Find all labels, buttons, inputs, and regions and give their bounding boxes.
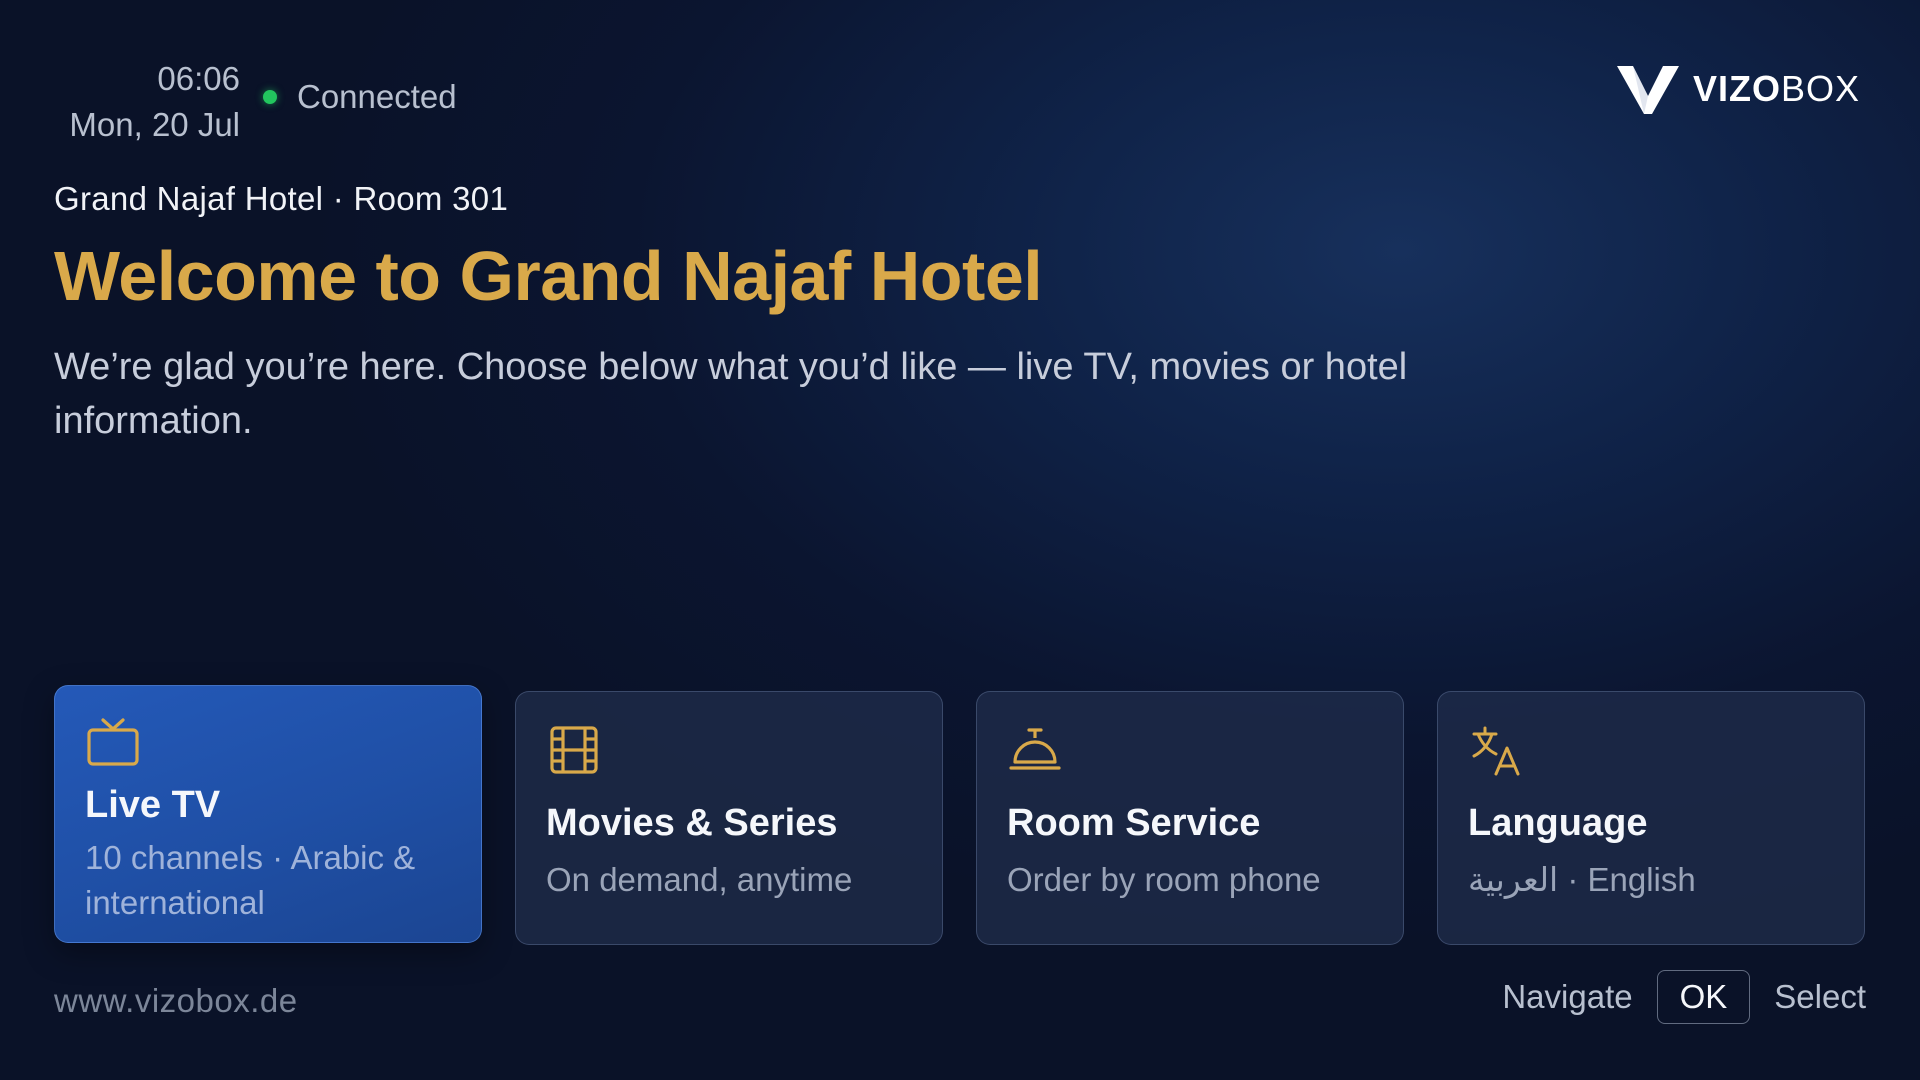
connection-status-label: Connected (297, 78, 457, 115)
vizobox-logo: VIZOBOX (1615, 62, 1860, 116)
remote-hints: Navigate OK Select (1502, 970, 1866, 1024)
welcome-title: Welcome to Grand Najaf Hotel (54, 237, 1043, 315)
hint-navigate: Navigate (1502, 978, 1633, 1015)
card-movies-series[interactable]: Movies & Series On demand, anytime (515, 691, 943, 945)
card-language[interactable]: Language العربية · English (1437, 691, 1865, 945)
vizobox-v-icon (1616, 66, 1679, 114)
hotel-welcome-screen: 06:06 Mon, 20 Jul Connected VIZOBOX Gran… (0, 0, 1920, 1080)
service-bell-icon (1009, 728, 1061, 770)
logo-wordmark-bold: VIZO (1692, 68, 1781, 109)
tv-icon (87, 718, 139, 766)
card-subtitle: العربية · English (1468, 861, 1696, 898)
card-subtitle: On demand, anytime (546, 861, 853, 898)
translate-icon (1472, 726, 1520, 776)
connection-status: Connected (263, 78, 457, 116)
clock-time: 06:06 (157, 60, 240, 97)
card-title: Language (1468, 802, 1648, 844)
logo-wordmark-light: BOX (1780, 68, 1860, 109)
card-title: Movies & Series (546, 802, 838, 844)
card-title: Live TV (85, 784, 221, 826)
hotel-room-label: Grand Najaf Hotel · Room 301 (54, 180, 509, 217)
clock: 06:06 Mon, 20 Jul (54, 56, 240, 148)
ok-key-badge: OK (1656, 970, 1751, 1024)
website-url: www.vizobox.de (54, 982, 298, 1019)
card-subtitle: Order by room phone (1007, 861, 1321, 898)
status-dot-icon (263, 90, 277, 104)
card-room-service[interactable]: Room Service Order by room phone (976, 691, 1404, 945)
card-live-tv[interactable]: Live TV 10 channels · Arabic & internati… (54, 685, 482, 943)
hint-select: Select (1774, 978, 1866, 1015)
menu-cards: Live TV 10 channels · Arabic & internati… (54, 685, 1866, 947)
card-title: Room Service (1007, 802, 1261, 844)
film-icon (550, 726, 598, 774)
logo-wordmark: VIZOBOX (1693, 68, 1860, 110)
clock-date: Mon, 20 Jul (69, 106, 240, 143)
welcome-intro: We’re glad you’re here. Choose below wha… (54, 346, 1408, 442)
card-subtitle: 10 channels · Arabic & international (85, 839, 416, 921)
